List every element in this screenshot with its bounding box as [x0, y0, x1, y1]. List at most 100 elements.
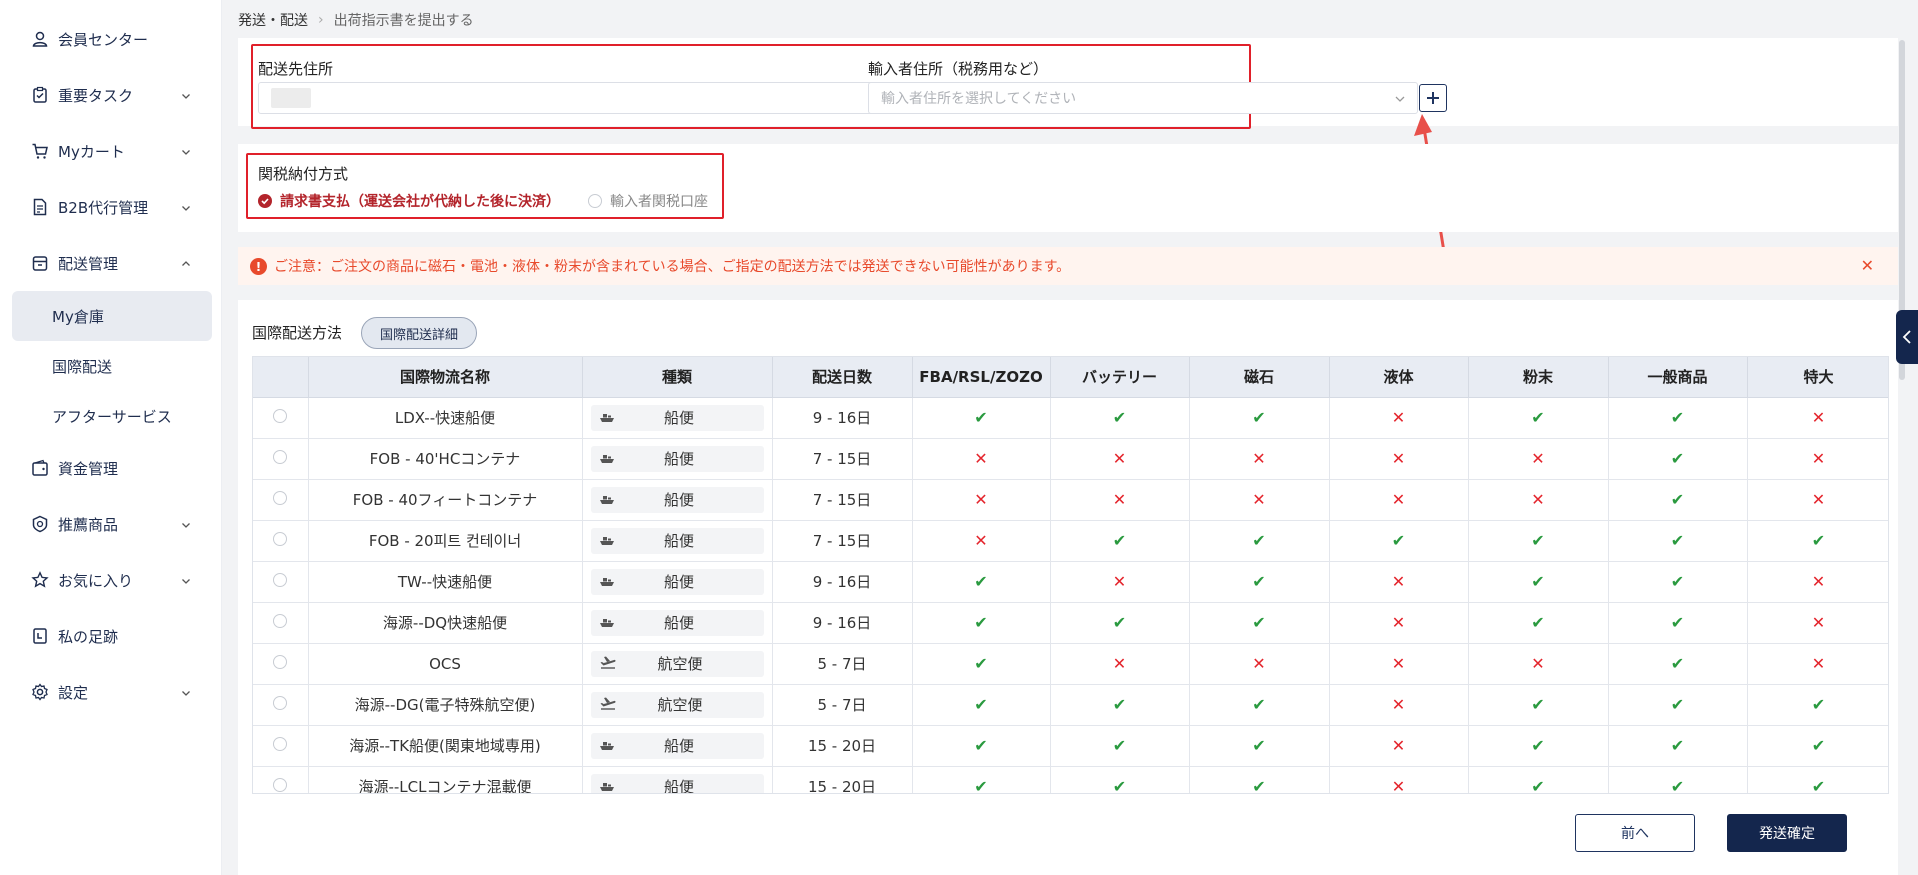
sidebar-item-6[interactable]: 推薦商品: [12, 504, 212, 544]
unsupported-cell: ✕: [1747, 397, 1888, 439]
row-select[interactable]: [253, 725, 309, 767]
radio-checked-icon: [258, 194, 272, 208]
shipping-detail-button[interactable]: 国際配送詳細: [361, 317, 477, 349]
add-importer-address-button[interactable]: [1419, 84, 1447, 112]
check-icon: ✔: [1252, 613, 1266, 632]
shipping-type-label: 船便: [663, 450, 694, 468]
check-icon: ✔: [1112, 736, 1127, 755]
column-header: 液体: [1329, 357, 1469, 398]
row-select[interactable]: [253, 520, 309, 562]
cross-icon: ✕: [1391, 695, 1406, 714]
table-row[interactable]: FOB - 20피트 컨테이너 船便 7 - 15日 ✕ ✔ ✔ ✔ ✔ ✔ ✔: [253, 520, 1888, 562]
supported-cell: ✔: [1050, 602, 1190, 644]
table-row[interactable]: LDX--快速船便 船便 9 - 16日 ✔ ✔ ✔ ✕ ✔ ✔ ✕: [253, 397, 1888, 439]
unsupported-cell: ✕: [1329, 479, 1469, 521]
unsupported-cell: ✕: [1329, 602, 1469, 644]
column-header: 配送日数: [772, 357, 913, 398]
sidebar-item-5[interactable]: 資金管理: [12, 448, 212, 488]
prev-button-label: 前へ: [1621, 826, 1649, 842]
confirm-shipping-button[interactable]: 発送確定: [1727, 814, 1847, 852]
sidebar-subitem-label: My倉庫: [52, 307, 104, 326]
check-icon: ✔: [1670, 449, 1685, 468]
shipping-type: 船便: [582, 561, 773, 603]
cross-icon: ✕: [1531, 654, 1545, 673]
sidebar-item-4[interactable]: 配送管理: [12, 243, 212, 283]
wallet-icon: [30, 458, 50, 478]
prev-button[interactable]: 前へ: [1575, 814, 1695, 852]
sidebar-item-label: 私の足跡: [58, 627, 119, 646]
check-icon: ✔: [1252, 736, 1266, 755]
row-select[interactable]: [253, 602, 309, 644]
row-select[interactable]: [253, 684, 309, 726]
shipping-type: 船便: [582, 766, 773, 793]
sidebar-item-3[interactable]: B2B代行管理: [12, 187, 212, 227]
warning-icon: !: [250, 258, 267, 275]
row-select[interactable]: [253, 766, 309, 793]
row-select[interactable]: [253, 643, 309, 685]
duty-option-invoice[interactable]: 請求書支払（運送会社が代納した後に決済）: [258, 191, 560, 211]
duty-option-importer[interactable]: 輸入者関税口座: [588, 191, 708, 211]
main-content: 発送・配送 › 出荷指示書を提出する 配送先住所 輸入者住所（税務用など） 輸入…: [222, 0, 1918, 875]
row-select[interactable]: [253, 438, 309, 480]
table-row[interactable]: OCS 航空便 5 - 7日 ✔ ✕ ✕ ✕ ✕ ✔ ✕: [253, 643, 1888, 685]
table-row[interactable]: 海源--LCLコンテナ混載便 船便 15 - 20日 ✔ ✔ ✔ ✕ ✔ ✔ ✔: [253, 766, 1888, 794]
sidebar-subitem-1[interactable]: 国際配送: [12, 341, 212, 391]
check-icon: ✔: [1252, 777, 1266, 794]
table-row[interactable]: FOB - 40'HCコンテナ 船便 7 - 15日 ✕ ✕ ✕ ✕ ✕ ✔ ✕: [253, 438, 1888, 480]
chevron-down-icon: [180, 685, 192, 703]
sidebar-item-1[interactable]: 重要タスク: [12, 75, 212, 115]
sidebar-subitem-label: 国際配送: [52, 357, 113, 376]
collapse-panel-tab[interactable]: [1896, 310, 1918, 364]
supported-cell: ✔: [1747, 725, 1888, 767]
table-row[interactable]: 海源--TK船便(関東地域専用) 船便 15 - 20日 ✔ ✔ ✔ ✕ ✔ ✔ ✔: [253, 725, 1888, 767]
cross-icon: ✕: [1811, 654, 1826, 673]
row-select[interactable]: [253, 561, 309, 603]
unsupported-cell: ✕: [1329, 438, 1469, 480]
sidebar-subitem-0[interactable]: My倉庫: [12, 291, 212, 341]
shipping-detail-label: 国際配送詳細: [379, 327, 458, 343]
row-select[interactable]: [253, 397, 309, 439]
check-icon: ✔: [1252, 572, 1266, 591]
unsupported-cell: ✕: [912, 479, 1051, 521]
radio-unchecked-icon: [273, 531, 288, 546]
check-icon: ✔: [1811, 695, 1826, 714]
sidebar-subitem-2[interactable]: アフターサービス: [12, 391, 212, 441]
table-row[interactable]: 海源--DQ快速船便 船便 9 - 16日 ✔ ✔ ✔ ✕ ✔ ✔ ✕: [253, 602, 1888, 644]
radio-unchecked-icon: [273, 695, 288, 710]
supported-cell: ✔: [1608, 684, 1748, 726]
supported-cell: ✔: [1189, 397, 1330, 439]
shipping-type-label: 航空便: [657, 696, 703, 714]
table-row[interactable]: 海源--DG(電子特殊航空便) 航空便 5 - 7日 ✔ ✔ ✔ ✕ ✔ ✔ ✔: [253, 684, 1888, 726]
shipping-days: 7 - 15日: [772, 520, 913, 562]
sidebar-item-0[interactable]: 会員センター: [12, 19, 212, 59]
sidebar-item-2[interactable]: Myカート: [12, 131, 212, 171]
table-row[interactable]: FOB - 40フィートコンテナ 船便 7 - 15日 ✕ ✕ ✕ ✕ ✕ ✔ ✕: [253, 479, 1888, 521]
supported-cell: ✔: [1189, 561, 1330, 603]
close-icon[interactable]: ✕: [1861, 256, 1874, 275]
warning-text: ご注意：ご注文の商品に磁石・電池・液体・粉末が含まれている場合、ご指定の配送方法…: [274, 259, 1071, 275]
row-select[interactable]: [253, 479, 309, 521]
table-row[interactable]: TW--快速船便 船便 9 - 16日 ✔ ✕ ✔ ✕ ✔ ✔ ✕: [253, 561, 1888, 603]
sidebar-item-label: 設定: [58, 683, 89, 702]
radio-unchecked-icon: [273, 490, 288, 505]
task-icon: [30, 85, 50, 105]
supported-cell: ✔: [912, 397, 1051, 439]
check-icon: ✔: [1531, 777, 1545, 794]
check-icon: ✔: [1112, 531, 1127, 550]
sidebar-subitem-label: アフターサービス: [52, 407, 172, 426]
cart-icon: [30, 141, 50, 161]
supported-cell: ✔: [1189, 684, 1330, 726]
sidebar-item-8[interactable]: 私の足跡: [12, 616, 212, 656]
check-icon: ✔: [1531, 531, 1545, 550]
shipping-days: 7 - 15日: [772, 438, 913, 480]
sidebar-item-7[interactable]: お気に入り: [12, 560, 212, 600]
cross-icon: ✕: [1391, 613, 1406, 632]
importer-address-select[interactable]: 輸入者住所を選択してください: [868, 82, 1418, 114]
check-icon: ✔: [1112, 408, 1127, 427]
check-icon: ✔: [1670, 531, 1685, 550]
history-icon: [30, 626, 50, 646]
sidebar-item-9[interactable]: 設定: [12, 672, 212, 712]
breadcrumb-parent[interactable]: 発送・配送: [238, 10, 308, 30]
check-icon: ✔: [1252, 695, 1266, 714]
ship-icon: [599, 532, 615, 550]
